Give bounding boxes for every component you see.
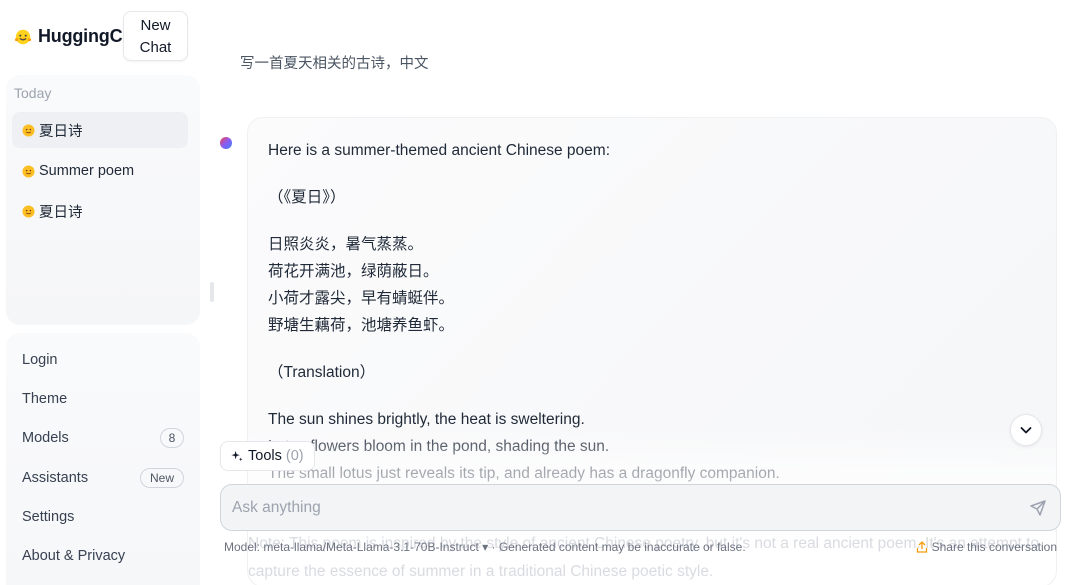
about-privacy-link[interactable]: About & Privacy [22,545,184,567]
new-chat-button[interactable]: New Chat [123,11,188,61]
translation-body: The sun shines brightly, the heat is swe… [268,406,1038,487]
share-icon [916,541,927,553]
tools-count: (0) [285,448,304,464]
send-icon[interactable] [1029,499,1047,517]
tools-label: Tools [248,448,282,464]
smile-emoji-icon [22,164,35,178]
theme-toggle[interactable]: Theme [22,388,184,410]
poem-line: 日照炎炎，暑气蒸蒸。 [268,236,424,253]
user-message: 写一首夏天相关的古诗，中文 [240,56,429,72]
conversation-title: 夏日诗 [39,204,83,221]
poem-line: 荷花开满池，绿荫蔽日。 [268,263,439,280]
smile-emoji-icon [22,123,35,137]
translation-line: Lotus flowers bloom in the pond, shading… [268,438,610,455]
models-label: Models [22,430,69,446]
conversation-item[interactable]: 夏日诗 [12,193,188,229]
assistants-label: Assistants [22,470,89,486]
poem-body: 日照炎炎，暑气蒸蒸。 荷花开满池，绿荫蔽日。 小荷才露尖，早有蜻蜓伴。 野塘生藕… [268,231,1038,339]
login-link[interactable]: Login [22,349,184,371]
theme-label: Theme [22,391,68,407]
tools-button[interactable]: Tools (0) [220,441,315,471]
share-label: Share this conversation [931,540,1057,554]
assistant-avatar [220,137,232,149]
poem-line: 小荷才露尖，早有蜻蜓伴。 [268,290,455,307]
settings-link[interactable]: Settings [22,506,184,528]
assistant-intro: Here is a summer-themed ancient Chinese … [268,142,611,159]
conversation-title: Summer poem [39,163,135,179]
disclaimer-text: · Generated content may be inaccurate or… [491,540,746,554]
footer: Model: meta-llama/Meta-Llama-3.1-70B-Ins… [224,540,1057,556]
chevron-down-icon [1020,427,1032,434]
models-link[interactable]: Models 8 [22,427,184,449]
settings-label: Settings [22,509,75,525]
sparkle-icon [231,450,243,461]
translation-line: The sun shines brightly, the heat is swe… [268,411,585,428]
new-badge: New [139,468,184,488]
brand-name: HuggingChat [38,26,126,46]
conversation-title: 夏日诗 [39,123,83,140]
models-count-badge: 8 [160,428,184,448]
section-label-today: Today [14,85,52,101]
model-dropdown-icon[interactable]: ▾ [482,540,488,554]
conversation-item[interactable]: 夏日诗 [12,112,188,148]
model-selector-link[interactable]: meta-llama/Meta-Llama-3.1-70B-Instruct [263,540,478,554]
hugging-face-logo-icon [14,29,32,44]
share-conversation-button[interactable]: Share this conversation [916,540,1057,554]
sidebar-resize-handle[interactable] [210,282,214,302]
brand[interactable]: HuggingChat [14,26,126,47]
smile-emoji-icon [22,204,35,218]
chat-input-box [220,484,1061,531]
login-label: Login [22,352,58,368]
sidebar-menu: Login Theme Models 8 Assistants New Sett… [6,333,200,585]
poem-line: 野塘生藕荷，池塘养鱼虾。 [268,317,455,334]
model-prefix: Model: [224,540,261,554]
scroll-to-bottom-button[interactable] [1010,414,1042,446]
chat-input[interactable] [232,485,1012,530]
about-label: About & Privacy [22,548,126,564]
translation-line: The small lotus just reveals its tip, an… [268,465,780,482]
translation-heading: （Translation） [268,364,376,381]
conversation-item[interactable]: Summer poem [12,153,188,189]
poem-title: （《夏日》） [268,189,346,206]
assistants-link[interactable]: Assistants New [22,467,184,489]
sidebar: HuggingChat New Chat Today 夏日诗 Summer po… [0,0,210,585]
conversation-list: Today 夏日诗 Summer poem 夏日诗 [6,75,200,325]
